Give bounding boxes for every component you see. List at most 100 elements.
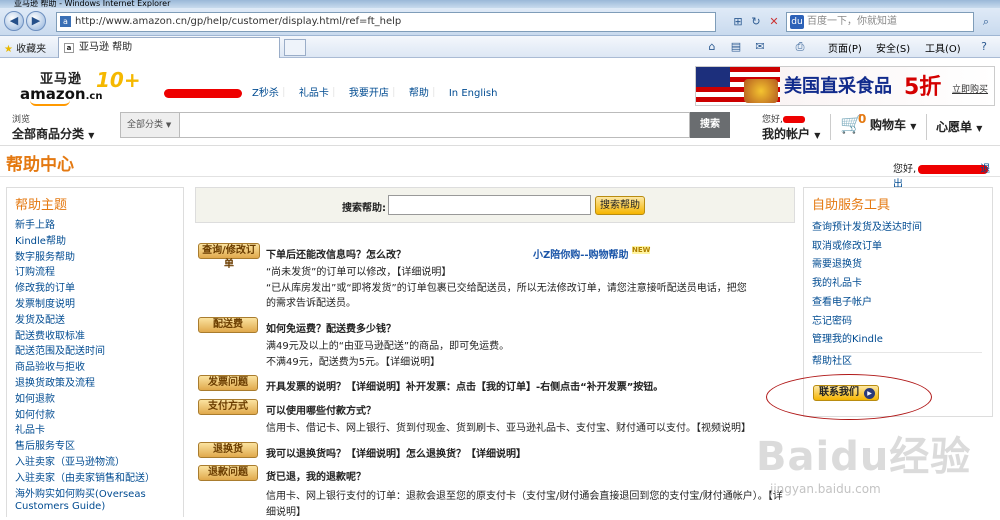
browse-small: 浏览 [12, 115, 31, 125]
answer-line: 不满49元，配送费为5元。【详细说明】 [266, 356, 441, 368]
greeting: 您好, 退出 [893, 164, 991, 190]
print-icon[interactable]: ⎙ [792, 39, 808, 55]
cart-label: 购物车 [870, 118, 907, 132]
favorites-button[interactable]: ★ 收藏夹 [4, 40, 46, 55]
mail-icon[interactable]: ✉ [752, 39, 768, 55]
help-search-button[interactable]: 搜索帮助 [595, 196, 645, 215]
nav-item[interactable]: 海外购实如何购买(Overseas Customers Guide) [15, 489, 183, 513]
tool-link[interactable]: 查看电子帐户 [812, 294, 992, 313]
nav-item[interactable]: 新手上路 [15, 218, 183, 234]
anniversary-badge: 10+ [96, 68, 141, 92]
tool-link[interactable]: 需要退换货 [812, 256, 992, 275]
back-icon[interactable]: ◀ [4, 11, 24, 31]
menu-page[interactable]: 页面(P) [828, 40, 862, 55]
help-main: 搜索帮助: 搜索帮助 查询/修改订单 下单后还能改信息吗？怎么改？ 小Z陪你购-… [195, 187, 795, 518]
window-title-bar: 亚马逊 帮助 - Windows Internet Explorer [0, 0, 1000, 8]
nav-item[interactable]: 发票制度说明 [15, 297, 183, 313]
link-gift-card[interactable]: 礼品卡 [299, 88, 329, 99]
link-english[interactable]: In English [449, 88, 498, 99]
tag-order[interactable]: 查询/修改订单 [198, 243, 260, 270]
refresh-icon[interactable]: ↻ [748, 14, 764, 30]
url-field[interactable]: a http://www.amazon.cn/gp/help/customer/… [56, 12, 716, 32]
tag-payment[interactable]: 支付方式 [198, 399, 258, 415]
nav-item[interactable]: 入驻卖家（由卖家销售和配送） [15, 471, 183, 487]
tool-link[interactable]: 管理我的Kindle [812, 331, 992, 350]
tag-shipping[interactable]: 配送费 [198, 317, 258, 333]
search-field[interactable]: du 百度一下，你就知道 [786, 12, 974, 32]
search-row: 浏览 全部商品分类 ▼ 全部分类 ▼ 搜索 您好, 我的帐户 ▼ 🛒 0 购物车… [0, 110, 1000, 146]
community-link[interactable]: 帮助社区 [812, 353, 992, 372]
divider [830, 114, 831, 140]
account-label: 我的帐户 ▼ [762, 127, 821, 141]
tag-invoice[interactable]: 发票问题 [198, 375, 258, 391]
nav-item[interactable]: 订购流程 [15, 265, 183, 281]
redaction-mark [918, 164, 989, 174]
self-service-heading: 自助服务工具 [812, 198, 891, 213]
nav-item[interactable]: 修改我的订单 [15, 281, 183, 297]
amazon-logo[interactable]: 亚马逊 amazon.cn [20, 68, 102, 106]
cart-button[interactable]: 🛒 0 购物车 ▼ [840, 112, 916, 140]
tool-link[interactable]: 查询预计发货及送达时间 [812, 219, 992, 238]
browser-tab[interactable]: a 亚马逊 帮助 [58, 37, 280, 58]
search-placeholder: 百度一下，你就知道 [807, 16, 897, 27]
help-search-input[interactable] [388, 195, 591, 215]
assistant-link[interactable]: 小Z陪你购--购物帮助 NEW [533, 246, 651, 261]
promo-link[interactable]: 立即购买 [952, 82, 988, 95]
link-help[interactable]: 帮助 [409, 88, 429, 99]
browse-menu[interactable]: 浏览 全部商品分类 ▼ [12, 112, 94, 142]
new-tab-button[interactable] [284, 39, 306, 56]
forward-icon[interactable]: ▶ [26, 11, 46, 31]
nav-item[interactable]: 礼品卡 [15, 423, 183, 439]
answer-line: 满49元及以上的“由亚马逊配送”的商品，即可免运费。 [266, 341, 510, 352]
tag-refund[interactable]: 退款问题 [198, 465, 258, 481]
stop-icon[interactable]: ✕ [766, 14, 782, 30]
compat-icon[interactable]: ⊞ [730, 14, 746, 30]
search-button[interactable]: 搜索 [690, 112, 730, 138]
tool-link[interactable]: 我的礼品卡 [812, 275, 992, 294]
nav-item[interactable]: 商品验收与拒收 [15, 360, 183, 376]
promo-discount: 5折 [904, 75, 942, 100]
category-select[interactable]: 全部分类 ▼ [120, 112, 180, 138]
favorites-bar: ★ 收藏夹 a 亚马逊 帮助 ⌂ ▤ ✉ ⎙ 页面(P) 安全(S) 工具(O)… [0, 36, 1000, 58]
account-menu[interactable]: 您好, 我的帐户 ▼ [762, 112, 820, 142]
page-title: 帮助中心 [6, 155, 74, 175]
link-open-store[interactable]: 我要开店 [349, 88, 389, 99]
menu-safety[interactable]: 安全(S) [876, 40, 910, 55]
faq-question: 可以使用哪些付款方式？ [266, 406, 376, 417]
cart-count: 0 [858, 112, 867, 126]
tool-link[interactable]: 忘记密码 [812, 313, 992, 332]
promo-text: 美国直采食品 [784, 76, 892, 97]
nav-heading: 帮助主题 [15, 198, 68, 213]
faq-question: 如何免运费？配送费多少钱？ [266, 324, 396, 335]
home-icon[interactable]: ⌂ [704, 39, 720, 55]
browse-label: 全部商品分类 ▼ [12, 127, 95, 141]
nav-item[interactable]: 入驻卖家（亚马逊物流） [15, 455, 183, 471]
feed-icon[interactable]: ▤ [728, 39, 744, 55]
nav-item[interactable]: 数字服务帮助 [15, 250, 183, 266]
answer-line: 信用卡、网上银行支付的订单：退款会退至您的原支付卡（支付宝/财付通会直接退回到您… [266, 491, 783, 518]
nav-item[interactable]: 如何退款 [15, 392, 183, 408]
nav-item[interactable]: 退换货政策及流程 [15, 376, 183, 392]
nav-item[interactable]: 如何付款 [15, 408, 183, 424]
wishlist-menu[interactable]: 心愿单 ▼ [936, 118, 982, 135]
address-bar: ◀ ▶ a http://www.amazon.cn/gp/help/custo… [0, 8, 1000, 36]
link-flash-sale[interactable]: Z秒杀 [252, 88, 279, 99]
tag-return[interactable]: 退换货 [198, 442, 258, 458]
faq-answer: “尚未发货”的订单可以修改，【详细说明】 “已从库房发出”或“即将发货”的订单包… [266, 265, 756, 312]
divider [0, 176, 1000, 177]
faq-question: 开具发票的说明？【详细说明】补开发票：点击【我的订单】-右侧点击“补开发票”按钮… [266, 382, 664, 393]
menu-tools[interactable]: 工具(O) [925, 40, 961, 55]
search-go-icon[interactable]: ⌕ [978, 14, 994, 30]
nav-item[interactable]: Kindle帮助 [15, 234, 183, 250]
search-input[interactable] [180, 112, 690, 138]
nav-item[interactable]: 配送费收取标准 [15, 329, 183, 345]
help-topics-nav: 帮助主题 新手上路 Kindle帮助 数字服务帮助 订购流程 修改我的订单 发票… [6, 187, 184, 517]
nav-item[interactable]: 售后服务专区 [15, 439, 183, 455]
help-icon[interactable]: ? [976, 39, 992, 55]
promo-banner[interactable]: 美国直采食品 5折 立即购买 [695, 66, 995, 106]
nav-item[interactable]: 发货及配送 [15, 313, 183, 329]
answer-line: “已从库房发出”或“即将发货”的订单包裹已交给配送员，所以无法修改订单，请您注意… [266, 282, 747, 310]
tab-title: 亚马逊 帮助 [79, 42, 133, 53]
tool-link[interactable]: 取消或修改订单 [812, 238, 992, 257]
nav-item[interactable]: 配送范围及配送时间 [15, 344, 183, 360]
